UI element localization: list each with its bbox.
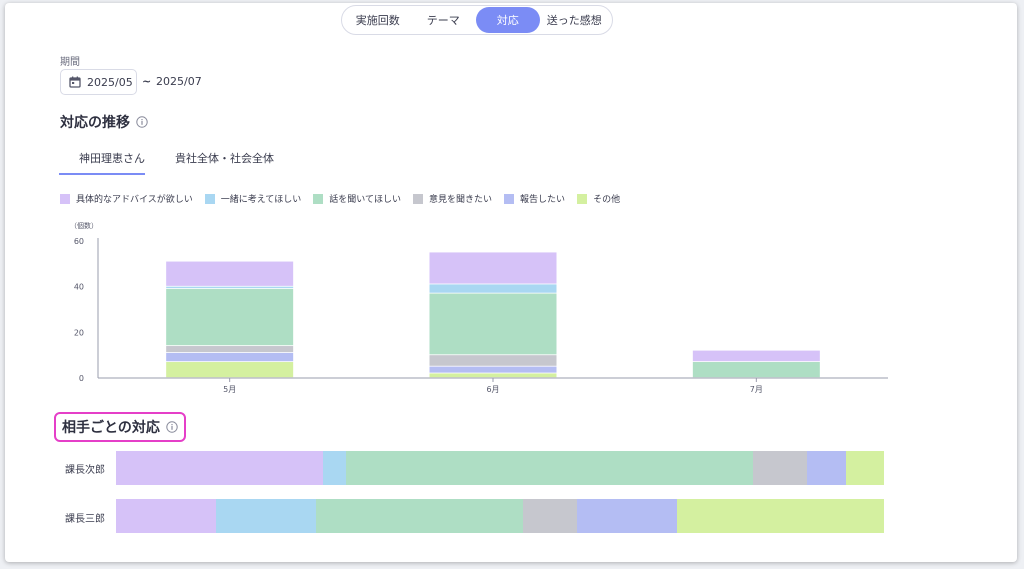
bar-segment	[692, 362, 820, 378]
legend-label: 一緒に考えてほしい	[220, 195, 302, 205]
legend-item: その他	[577, 192, 620, 205]
legend-item: 話を聞いてほしい	[313, 192, 401, 205]
bar-segment	[429, 284, 557, 293]
y-tick-label: 20	[74, 328, 84, 337]
period-start-value: 2025/05	[87, 75, 133, 89]
tab-sent-feedback[interactable]: 送った感想	[540, 7, 609, 33]
chart-legend: 具体的なアドバイスが欲しい 一緒に考えてほしい 話を聞いてほしい 意見を聞きたい 報告し…	[60, 192, 632, 205]
partner-row-bar	[116, 499, 884, 533]
bar-segment	[166, 261, 294, 286]
bar-segment	[429, 293, 557, 355]
x-tick-label: 7月	[750, 385, 763, 394]
partner-bar-segment	[116, 499, 216, 533]
legend-label: 話を聞いてほしい	[329, 195, 402, 205]
view-tab-bar: 実施回数 テーマ 対応 送った感想	[341, 5, 613, 35]
legend-item: 報告したい	[504, 192, 565, 205]
tab-response[interactable]: 対応	[476, 7, 540, 33]
x-tick-label: 5月	[223, 385, 236, 394]
calendar-icon	[69, 76, 81, 88]
legend-swatch	[60, 193, 70, 204]
app-window: 実施回数 テーマ 対応 送った感想 期間 2025/05 ~ 2025/07 対…	[5, 3, 1017, 562]
period-label: 期間	[60, 57, 80, 68]
legend-label: 報告したい	[520, 195, 566, 205]
legend-swatch	[413, 193, 424, 204]
y-axis-label: （個数）	[70, 221, 98, 230]
partner-bar-segment	[116, 451, 324, 485]
partner-bar-segment	[576, 499, 677, 533]
period-start-picker[interactable]: 2025/05	[60, 69, 137, 95]
partner-bar-segment	[215, 499, 316, 533]
bar-segment	[166, 362, 294, 378]
subtab-active-indicator	[59, 173, 145, 175]
legend-label: その他	[593, 195, 621, 205]
bar-segment	[429, 373, 557, 378]
trend-section-title: 対応の推移	[60, 112, 148, 132]
partner-bar-segment	[523, 499, 577, 533]
tab-session-count[interactable]: 実施回数	[345, 7, 411, 33]
trend-title-text: 対応の推移	[60, 115, 130, 131]
tab-theme[interactable]: テーマ	[411, 7, 477, 33]
partner-section-title: 相手ごとの対応	[54, 412, 186, 442]
bar-segment	[429, 355, 557, 366]
period-end-picker[interactable]: 2025/07	[156, 75, 202, 88]
y-tick-label: 60	[74, 237, 84, 246]
partner-bar-segment	[315, 499, 524, 533]
partner-bar-segment	[807, 451, 846, 485]
stacked-bar-chart: （個数） 0 20 40 60 5月 6月 7月	[70, 221, 888, 394]
partner-title-text: 相手ごとの対応	[62, 420, 160, 436]
partner-row-bar	[116, 451, 884, 485]
bar-segment	[429, 252, 557, 284]
partner-row-label: 課長次郎	[65, 465, 105, 476]
x-tick-label: 6月	[486, 385, 499, 394]
legend-swatch	[577, 193, 588, 204]
legend-swatch	[204, 193, 215, 204]
legend-swatch	[313, 193, 324, 204]
period-separator: ~	[142, 75, 152, 88]
partner-bar-segment	[323, 451, 347, 485]
legend-item: 意見を聞きたい	[413, 192, 492, 205]
bar-segment	[429, 366, 557, 373]
legend-swatch	[504, 193, 515, 204]
y-tick-label: 0	[79, 374, 84, 383]
info-icon[interactable]	[136, 116, 148, 128]
partner-bar-segment	[845, 451, 884, 485]
partner-bar-segment	[346, 451, 754, 485]
partner-row-label: 課長三郎	[65, 514, 105, 525]
subtab-company-society[interactable]: 貴社全体・社会全体	[175, 150, 274, 166]
bar-segment	[166, 346, 294, 353]
partner-bar-segment	[676, 499, 884, 533]
bar-segment	[166, 352, 294, 362]
info-icon[interactable]	[166, 421, 178, 433]
bar-segment	[166, 286, 294, 289]
legend-label: 意見を聞きたい	[429, 195, 493, 205]
legend-label: 具体的なアドバイスが欲しい	[76, 195, 193, 205]
bar-segment	[692, 350, 820, 362]
y-tick-label: 40	[74, 283, 84, 292]
subtab-person[interactable]: 神田理恵さん	[79, 150, 145, 166]
partner-bar-segment	[753, 451, 808, 485]
bar-segment	[166, 288, 294, 346]
legend-item: 具体的なアドバイスが欲しい	[60, 192, 193, 205]
legend-item: 一緒に考えてほしい	[204, 192, 302, 205]
